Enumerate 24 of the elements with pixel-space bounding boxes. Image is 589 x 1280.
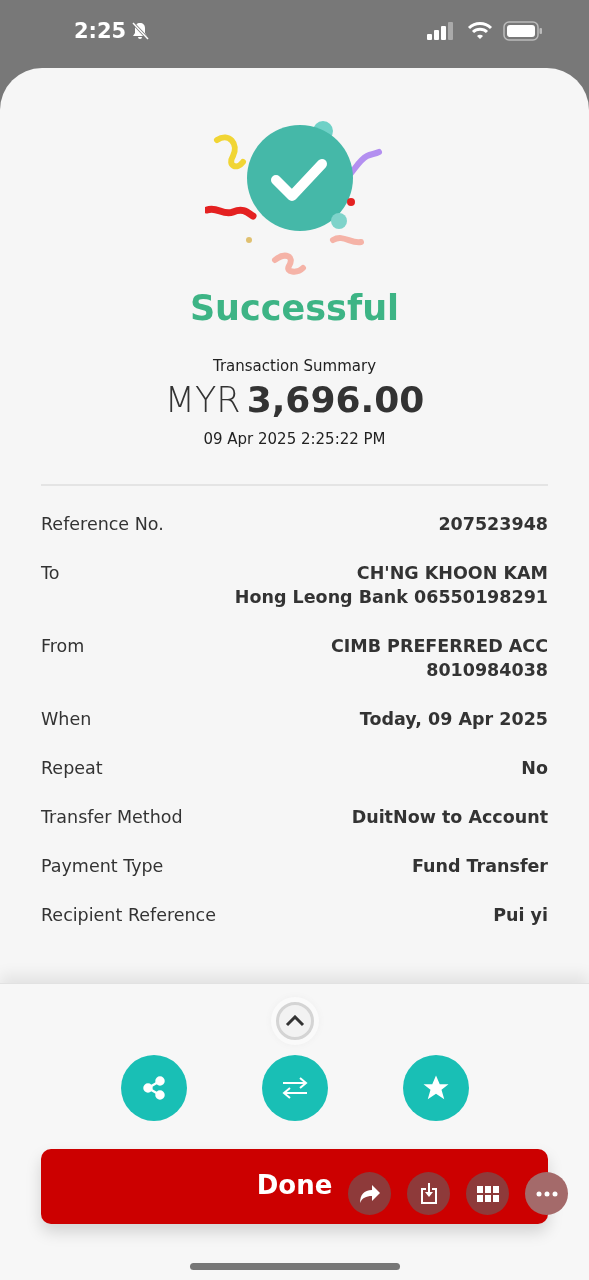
success-title: Successful (189, 287, 400, 330)
detail-label: To (41, 562, 60, 585)
detail-value: 207523948 (438, 513, 548, 536)
currency-code: MYR (164, 380, 241, 420)
summary-label: Transaction Summary (212, 357, 377, 375)
transaction-datetime: 09 Apr 2025 2:25:22 PM (203, 430, 386, 448)
detail-value: Hong Leong Bank 06550198291 (234, 586, 548, 609)
detail-label: Payment Type (41, 855, 164, 878)
detail-label: Transfer Method (41, 806, 183, 829)
detail-label: Reference No. (41, 513, 164, 536)
detail-label: From (41, 635, 85, 658)
detail-value: CH'NG KHOON KAM (356, 562, 548, 585)
detail-label: Repeat (41, 757, 103, 780)
detail-value: Today, 09 Apr 2025 (359, 708, 548, 731)
status-time: 2:25 (74, 19, 127, 43)
detail-value: No (521, 757, 548, 780)
detail-value: CIMB PREFERRED ACC (330, 635, 548, 658)
detail-value: DuitNow to Account (351, 806, 548, 829)
detail-label: Recipient Reference (41, 904, 216, 927)
amount-value: 3,696.00 (246, 379, 425, 420)
detail-value: Fund Transfer (411, 855, 548, 878)
detail-value: 8010984038 (426, 659, 548, 682)
detail-label: When (41, 708, 92, 731)
detail-value: Pui yi (493, 904, 548, 927)
